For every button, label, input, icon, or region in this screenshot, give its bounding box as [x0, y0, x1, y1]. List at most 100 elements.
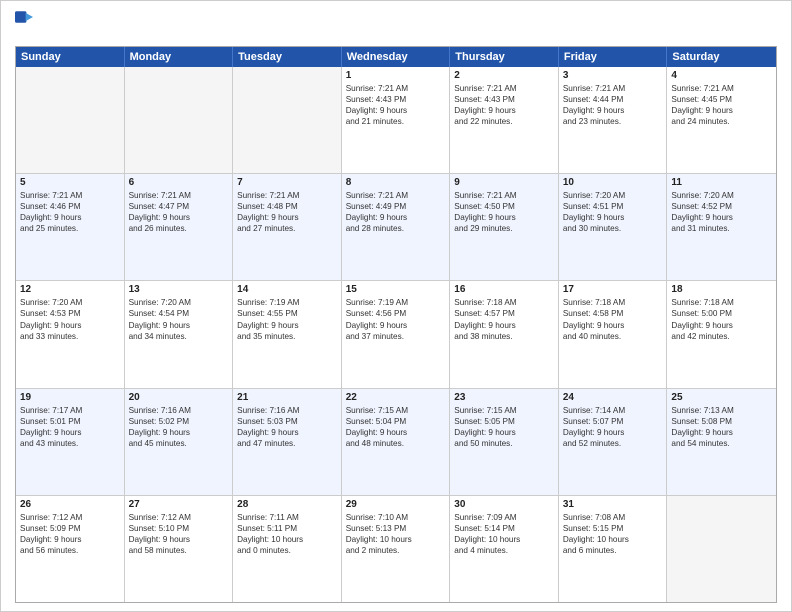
calendar-header: SundayMondayTuesdayWednesdayThursdayFrid… [16, 47, 776, 67]
day-number: 16 [454, 284, 554, 295]
calendar-week: 12Sunrise: 7:20 AM Sunset: 4:53 PM Dayli… [16, 280, 776, 387]
calendar-cell [16, 67, 125, 173]
day-info: Sunrise: 7:21 AM Sunset: 4:43 PM Dayligh… [454, 83, 554, 127]
day-info: Sunrise: 7:11 AM Sunset: 5:11 PM Dayligh… [237, 512, 337, 556]
day-number: 19 [20, 392, 120, 403]
calendar-cell: 15 Sunrise: 7:19 AM Sunset: 4:56 PM Dayli… [342, 281, 451, 387]
calendar-cell: 14 Sunrise: 7:19 AM Sunset: 4:55 PM Dayli… [233, 281, 342, 387]
day-number: 21 [237, 392, 337, 403]
calendar-cell: 22Sunrise: 7:15 AM Sunset: 5:04 PM Dayli… [342, 389, 451, 495]
day-info: Sunrise: 7:20 AM Sunset: 4:54 PM Dayligh… [129, 297, 229, 341]
day-info: Sunrise: 7:21 AM Sunset: 4:47 PM Dayligh… [129, 190, 229, 234]
calendar-week: 5 Sunrise: 7:21 AM Sunset: 4:46 PM Daylig… [16, 173, 776, 280]
day-info: Sunrise: 7:21 AM Sunset: 4:50 PM Dayligh… [454, 190, 554, 234]
calendar-cell: 3 Sunrise: 7:21 AM Sunset: 4:44 PM Daylig… [559, 67, 668, 173]
day-of-week-header: Saturday [667, 47, 776, 67]
day-number: 11 [671, 177, 772, 188]
page-header [15, 11, 777, 42]
day-number: 15 [346, 284, 446, 295]
day-info: Sunrise: 7:21 AM Sunset: 4:43 PM Dayligh… [346, 83, 446, 127]
calendar-week: 26 Sunrise: 7:12 AM Sunset: 5:09 PM Dayli… [16, 495, 776, 602]
day-info: Sunrise: 7:18 AM Sunset: 5:00 PM Dayligh… [671, 297, 772, 341]
calendar-cell: 10 Sunrise: 7:20 AM Sunset: 4:51 PM Dayli… [559, 174, 668, 280]
day-info: Sunrise: 7:21 AM Sunset: 4:48 PM Dayligh… [237, 190, 337, 234]
day-info: Sunrise: 7:13 AM Sunset: 5:08 PM Dayligh… [671, 405, 772, 449]
calendar-cell: 21 Sunrise: 7:16 AM Sunset: 5:03 PM Dayli… [233, 389, 342, 495]
day-info: Sunrise: 7:19 AM Sunset: 4:56 PM Dayligh… [346, 297, 446, 341]
day-info: Sunrise: 7:16 AM Sunset: 5:02 PM Dayligh… [129, 405, 229, 449]
calendar-cell: 26 Sunrise: 7:12 AM Sunset: 5:09 PM Dayli… [16, 496, 125, 602]
day-number: 24 [563, 392, 663, 403]
calendar-page: SundayMondayTuesdayWednesdayThursdayFrid… [0, 0, 792, 612]
day-of-week-header: Thursday [450, 47, 559, 67]
day-number: 17 [563, 284, 663, 295]
day-number: 9 [454, 177, 554, 188]
day-number: 31 [563, 499, 663, 510]
calendar-cell: 4Sunrise: 7:21 AM Sunset: 4:45 PM Daylig… [667, 67, 776, 173]
day-number: 6 [129, 177, 229, 188]
calendar-cell: 7Sunrise: 7:21 AM Sunset: 4:48 PM Daylig… [233, 174, 342, 280]
calendar-cell: 5 Sunrise: 7:21 AM Sunset: 4:46 PM Daylig… [16, 174, 125, 280]
calendar-cell: 23 Sunrise: 7:15 AM Sunset: 5:05 PM Dayli… [450, 389, 559, 495]
calendar-cell: 25Sunrise: 7:13 AM Sunset: 5:08 PM Dayli… [667, 389, 776, 495]
day-info: Sunrise: 7:08 AM Sunset: 5:15 PM Dayligh… [563, 512, 663, 556]
calendar-cell: 17 Sunrise: 7:18 AM Sunset: 4:58 PM Dayli… [559, 281, 668, 387]
calendar-cell: 11 Sunrise: 7:20 AM Sunset: 4:52 PM Dayli… [667, 174, 776, 280]
calendar-cell: 29 Sunrise: 7:10 AM Sunset: 5:13 PM Dayli… [342, 496, 451, 602]
calendar-cell [233, 67, 342, 173]
calendar-week: 19 Sunrise: 7:17 AM Sunset: 5:01 PM Dayli… [16, 388, 776, 495]
day-number: 27 [129, 499, 229, 510]
day-info: Sunrise: 7:21 AM Sunset: 4:45 PM Dayligh… [671, 83, 772, 127]
calendar-cell: 13Sunrise: 7:20 AM Sunset: 4:54 PM Dayli… [125, 281, 234, 387]
calendar-cell: 2 Sunrise: 7:21 AM Sunset: 4:43 PM Daylig… [450, 67, 559, 173]
day-info: Sunrise: 7:18 AM Sunset: 4:57 PM Dayligh… [454, 297, 554, 341]
calendar-cell: 20 Sunrise: 7:16 AM Sunset: 5:02 PM Dayli… [125, 389, 234, 495]
day-number: 8 [346, 177, 446, 188]
day-number: 30 [454, 499, 554, 510]
calendar-cell [667, 496, 776, 602]
calendar-cell: 6 Sunrise: 7:21 AM Sunset: 4:47 PM Daylig… [125, 174, 234, 280]
day-info: Sunrise: 7:18 AM Sunset: 4:58 PM Dayligh… [563, 297, 663, 341]
day-of-week-header: Wednesday [342, 47, 451, 67]
day-info: Sunrise: 7:10 AM Sunset: 5:13 PM Dayligh… [346, 512, 446, 556]
calendar-cell: 28Sunrise: 7:11 AM Sunset: 5:11 PM Dayli… [233, 496, 342, 602]
calendar-body: 1Sunrise: 7:21 AM Sunset: 4:43 PM Daylig… [16, 67, 776, 602]
logo [15, 11, 33, 42]
day-number: 10 [563, 177, 663, 188]
day-number: 5 [20, 177, 120, 188]
day-info: Sunrise: 7:17 AM Sunset: 5:01 PM Dayligh… [20, 405, 120, 449]
day-info: Sunrise: 7:20 AM Sunset: 4:52 PM Dayligh… [671, 190, 772, 234]
calendar-cell: 24 Sunrise: 7:14 AM Sunset: 5:07 PM Dayli… [559, 389, 668, 495]
day-number: 22 [346, 392, 446, 403]
calendar-cell: 12Sunrise: 7:20 AM Sunset: 4:53 PM Dayli… [16, 281, 125, 387]
day-of-week-header: Monday [125, 47, 234, 67]
calendar-cell: 31 Sunrise: 7:08 AM Sunset: 5:15 PM Dayli… [559, 496, 668, 602]
day-info: Sunrise: 7:16 AM Sunset: 5:03 PM Dayligh… [237, 405, 337, 449]
day-number: 2 [454, 70, 554, 81]
calendar-cell: 27 Sunrise: 7:12 AM Sunset: 5:10 PM Dayli… [125, 496, 234, 602]
day-info: Sunrise: 7:15 AM Sunset: 5:05 PM Dayligh… [454, 405, 554, 449]
day-info: Sunrise: 7:20 AM Sunset: 4:51 PM Dayligh… [563, 190, 663, 234]
calendar-cell: 1Sunrise: 7:21 AM Sunset: 4:43 PM Daylig… [342, 67, 451, 173]
day-info: Sunrise: 7:19 AM Sunset: 4:55 PM Dayligh… [237, 297, 337, 341]
calendar-cell: 18Sunrise: 7:18 AM Sunset: 5:00 PM Dayli… [667, 281, 776, 387]
day-info: Sunrise: 7:20 AM Sunset: 4:53 PM Dayligh… [20, 297, 120, 341]
day-info: Sunrise: 7:21 AM Sunset: 4:44 PM Dayligh… [563, 83, 663, 127]
day-info: Sunrise: 7:12 AM Sunset: 5:09 PM Dayligh… [20, 512, 120, 556]
day-info: Sunrise: 7:21 AM Sunset: 4:46 PM Dayligh… [20, 190, 120, 234]
calendar-cell: 8Sunrise: 7:21 AM Sunset: 4:49 PM Daylig… [342, 174, 451, 280]
day-number: 26 [20, 499, 120, 510]
day-of-week-header: Tuesday [233, 47, 342, 67]
day-info: Sunrise: 7:14 AM Sunset: 5:07 PM Dayligh… [563, 405, 663, 449]
day-number: 29 [346, 499, 446, 510]
calendar-cell: 30 Sunrise: 7:09 AM Sunset: 5:14 PM Dayli… [450, 496, 559, 602]
calendar-cell: 16 Sunrise: 7:18 AM Sunset: 4:57 PM Dayli… [450, 281, 559, 387]
day-info: Sunrise: 7:12 AM Sunset: 5:10 PM Dayligh… [129, 512, 229, 556]
day-info: Sunrise: 7:09 AM Sunset: 5:14 PM Dayligh… [454, 512, 554, 556]
day-number: 14 [237, 284, 337, 295]
day-number: 23 [454, 392, 554, 403]
day-number: 3 [563, 70, 663, 81]
day-of-week-header: Friday [559, 47, 668, 67]
day-number: 20 [129, 392, 229, 403]
calendar-cell [125, 67, 234, 173]
